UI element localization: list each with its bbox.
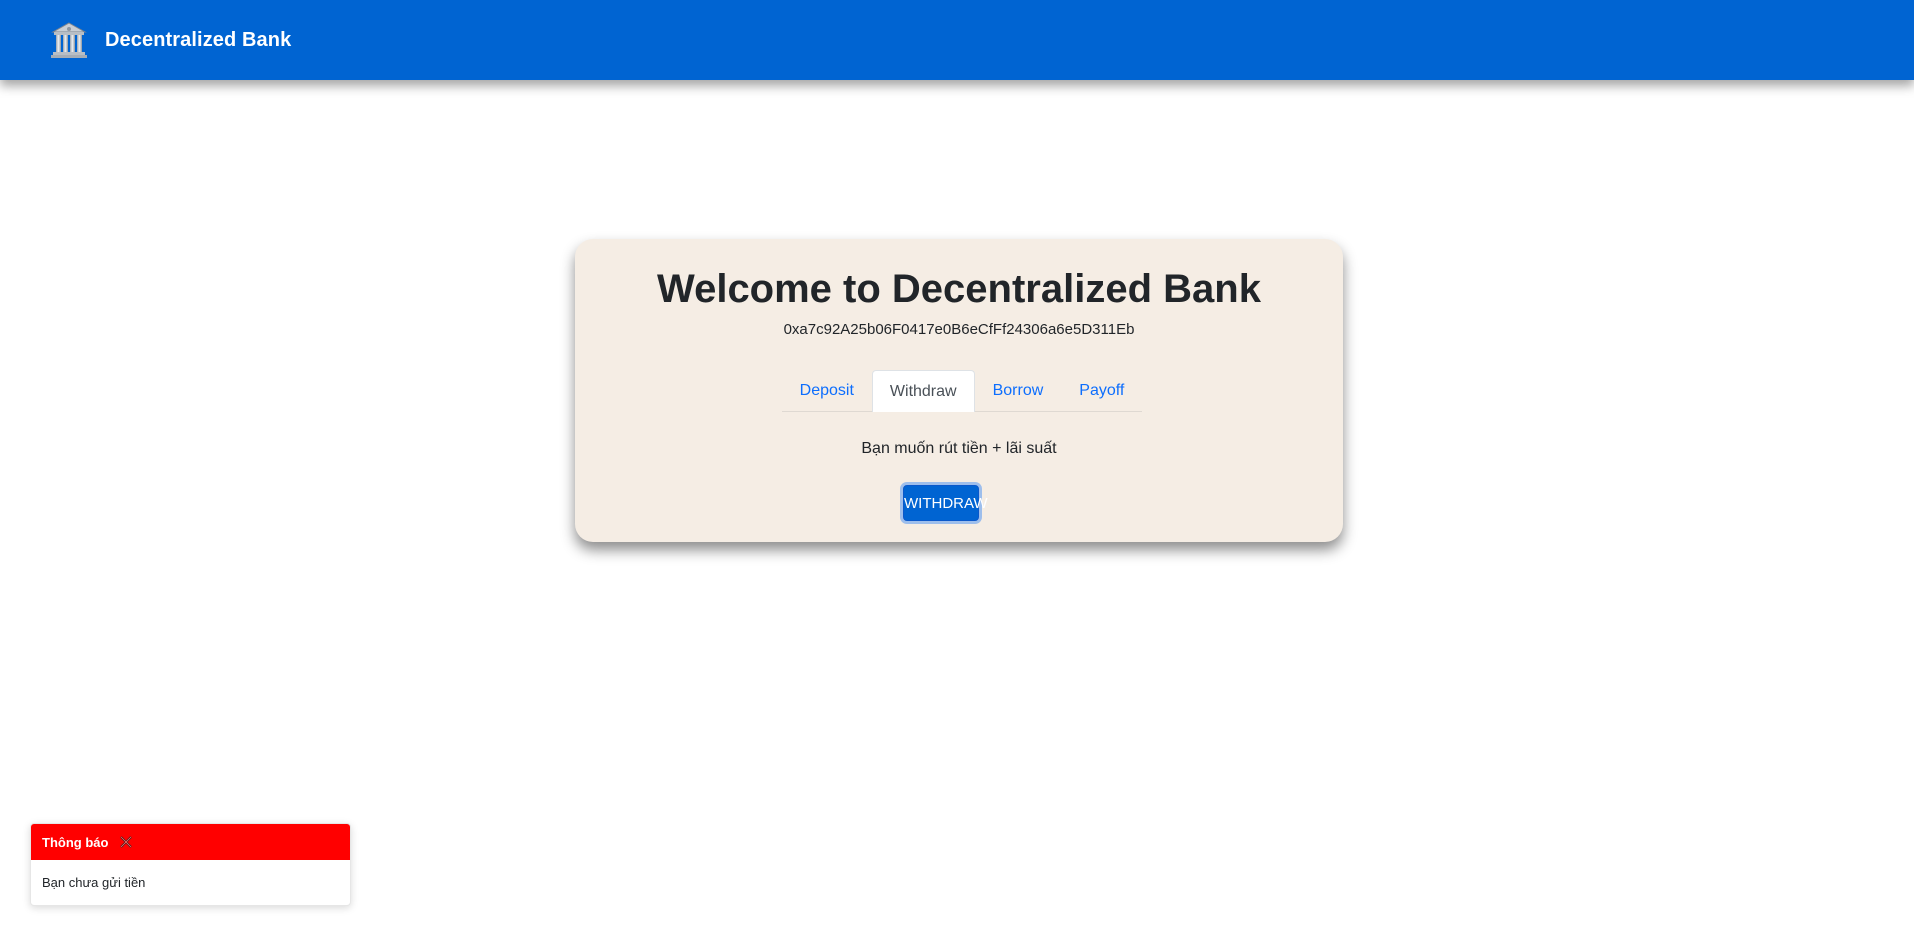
navbar: Decentralized Bank	[0, 0, 1914, 80]
brand-title: Decentralized Bank	[105, 28, 292, 51]
tab-withdraw[interactable]: Withdraw	[871, 370, 975, 412]
close-icon[interactable]	[118, 834, 134, 850]
bank-building-icon	[50, 20, 88, 60]
account-address: 0xa7c92A25b06F0417e0B6eCfFf24306a6e5D311…	[783, 321, 1135, 338]
toast-header: Thông báo	[31, 824, 350, 860]
notification-toast: Thông báo Bạn chưa gửi tiền	[30, 823, 351, 906]
page-title: Welcome to Decentralized Bank	[657, 267, 1261, 311]
tab-deposit[interactable]: Deposit	[782, 370, 872, 410]
bank-card: Welcome to Decentralized Bank 0xa7c92A25…	[575, 239, 1343, 542]
tab-payoff[interactable]: Payoff	[1061, 370, 1142, 410]
brand-link[interactable]: Decentralized Bank	[50, 20, 291, 60]
toast-message: Bạn chưa gửi tiền	[42, 875, 146, 890]
withdraw-prompt: Bạn muốn rút tiền + lãi suất	[861, 440, 1057, 457]
tab-borrow[interactable]: Borrow	[975, 370, 1062, 410]
toast-title: Thông báo	[42, 834, 109, 850]
withdraw-button[interactable]: WITHDRAW	[903, 485, 988, 521]
action-tabs: Deposit Withdraw Borrow Payoff	[782, 370, 1142, 412]
